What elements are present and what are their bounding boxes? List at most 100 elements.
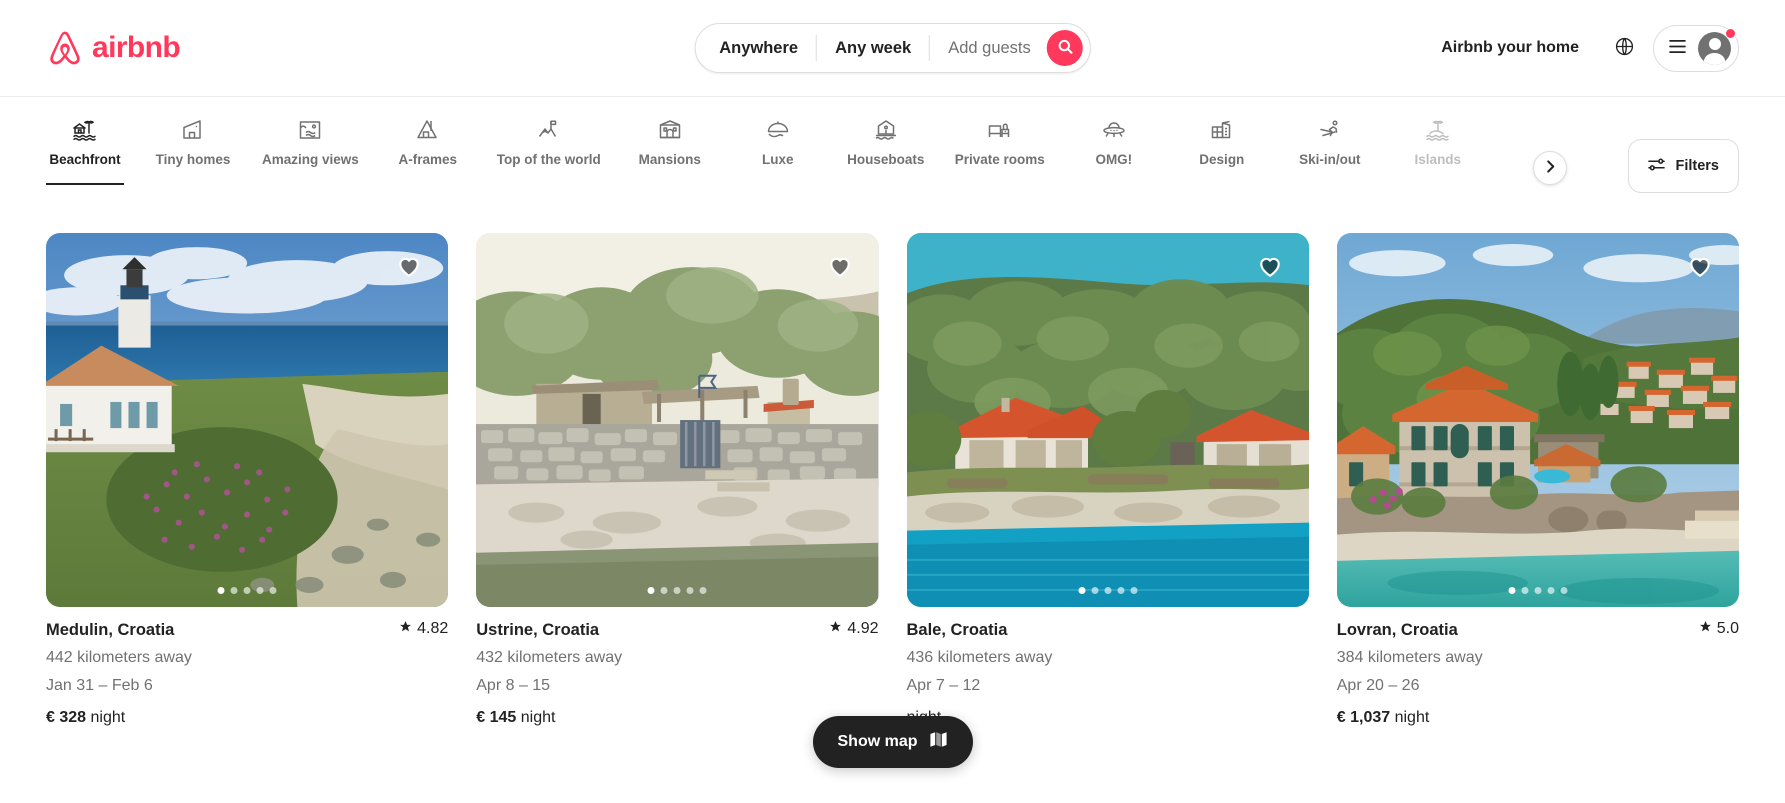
design-building-icon	[1209, 117, 1235, 143]
listing-photo[interactable]	[46, 233, 449, 608]
favorite-heart-icon[interactable]	[1687, 253, 1713, 279]
listing-photo[interactable]	[476, 233, 879, 608]
price-unit: night	[90, 709, 126, 727]
listing-dates: Jan 31 – Feb 6	[46, 676, 153, 694]
category-islands[interactable]: Islands	[1399, 97, 1477, 185]
photo-carousel-dots[interactable]	[1078, 587, 1138, 595]
airbnb-logo[interactable]: airbnb	[46, 29, 181, 67]
favorite-heart-icon[interactable]	[396, 253, 422, 279]
language-globe-button[interactable]	[1603, 27, 1645, 69]
photo-ustrine	[476, 233, 879, 608]
listing-card[interactable]: Bale, Croatia 436 kilometers away Apr 7 …	[906, 233, 1309, 727]
photo-carousel-dots[interactable]	[217, 587, 277, 595]
search-guests-button[interactable]: Add guests	[930, 24, 1045, 72]
filters-label: Filters	[1675, 158, 1719, 174]
category-label: Mansions	[638, 152, 701, 167]
carousel-dot[interactable]	[1560, 587, 1568, 595]
carousel-dot[interactable]	[269, 587, 277, 595]
category-omg[interactable]: OMG!	[1075, 97, 1153, 185]
carousel-dot[interactable]	[1534, 587, 1542, 595]
beachfront-icon	[72, 117, 98, 143]
sliders-icon	[1648, 156, 1666, 177]
category-label: Design	[1199, 152, 1245, 167]
chevron-right-icon	[1545, 160, 1556, 176]
category-design[interactable]: Design	[1183, 97, 1261, 185]
listing-card[interactable]: Lovran, Croatia 5.0 384 kilometers away …	[1336, 233, 1739, 727]
search-submit-button[interactable]	[1046, 30, 1083, 66]
carousel-dot[interactable]	[256, 587, 264, 595]
photo-medulin	[46, 233, 449, 608]
mansion-icon	[657, 117, 683, 143]
carousel-dot[interactable]	[1078, 587, 1086, 595]
listing-card[interactable]: Ustrine, Croatia 4.92 432 kilometers awa…	[476, 233, 879, 727]
search-icon	[1057, 39, 1073, 57]
listing-title: Medulin, Croatia	[46, 621, 175, 640]
island-palm-icon	[1425, 117, 1451, 143]
listing-dates: Apr 7 – 12	[906, 676, 981, 694]
category-amazing-views[interactable]: Amazing views	[262, 97, 359, 185]
price-amount: € 145	[476, 709, 517, 727]
carousel-dot[interactable]	[243, 587, 251, 595]
category-ski-in-out[interactable]: Ski-in/out	[1291, 97, 1369, 185]
listing-photo[interactable]	[906, 233, 1309, 608]
carousel-dot[interactable]	[230, 587, 238, 595]
listing-distance: 442 kilometers away	[46, 648, 192, 666]
listing-photo[interactable]	[1336, 233, 1739, 608]
carousel-dot[interactable]	[217, 587, 225, 595]
carousel-dot[interactable]	[660, 587, 668, 595]
search-location-button[interactable]: Anywhere	[701, 24, 816, 72]
carousel-dot[interactable]	[1130, 587, 1138, 595]
photo-carousel-dots[interactable]	[647, 587, 707, 595]
favorite-heart-icon[interactable]	[827, 253, 853, 279]
tiny-home-icon	[180, 117, 206, 143]
star-icon	[829, 620, 842, 638]
photo-carousel-dots[interactable]	[1508, 587, 1568, 595]
rating-value: 4.92	[847, 620, 879, 638]
favorite-heart-icon[interactable]	[1257, 253, 1283, 279]
listing-title: Lovran, Croatia	[1336, 621, 1458, 640]
carousel-dot[interactable]	[1117, 587, 1125, 595]
carousel-dot[interactable]	[1104, 587, 1112, 595]
carousel-dot[interactable]	[1521, 587, 1529, 595]
carousel-dot[interactable]	[1547, 587, 1555, 595]
category-top-of-the-world[interactable]: Top of the world	[497, 97, 601, 185]
site-header: airbnb Anywhere Any week Add guests Airb…	[0, 0, 1785, 96]
category-private-rooms[interactable]: Private rooms	[955, 97, 1045, 185]
profile-menu-button[interactable]	[1653, 24, 1739, 72]
listing-price: night	[907, 709, 1309, 727]
search-bar[interactable]: Anywhere Any week Add guests	[694, 23, 1091, 73]
category-tiny-homes[interactable]: Tiny homes	[154, 97, 232, 185]
category-label: Private rooms	[954, 152, 1045, 167]
globe-icon	[1615, 37, 1634, 59]
airbnb-your-home-link[interactable]: Airbnb your home	[1425, 27, 1595, 69]
carousel-dot[interactable]	[673, 587, 681, 595]
carousel-dot[interactable]	[1508, 587, 1516, 595]
star-icon	[1699, 620, 1712, 638]
listing-rating: 4.82	[399, 620, 448, 638]
carousel-dot[interactable]	[647, 587, 655, 595]
category-mansions[interactable]: Mansions	[631, 97, 709, 185]
price-amount: € 1,037	[1336, 709, 1391, 727]
show-map-button[interactable]: Show map	[812, 716, 973, 768]
listing-card[interactable]: Medulin, Croatia 4.82 442 kilometers awa…	[46, 233, 449, 727]
search-dates-button[interactable]: Any week	[817, 24, 929, 72]
category-scroller[interactable]: Beachfront Tiny homes Amazing views A-fr…	[46, 97, 1739, 215]
category-luxe[interactable]: Luxe	[739, 97, 817, 185]
price-unit: night	[1394, 709, 1430, 727]
price-amount: € 328	[46, 709, 87, 727]
category-next-button[interactable]	[1533, 151, 1567, 185]
category-beachfront[interactable]: Beachfront	[46, 97, 124, 185]
category-a-frames[interactable]: A-frames	[389, 97, 467, 185]
listing-header: Lovran, Croatia 5.0	[1337, 620, 1739, 641]
header-actions: Airbnb your home	[1425, 24, 1739, 72]
carousel-dot[interactable]	[1091, 587, 1099, 595]
filters-button[interactable]: Filters	[1628, 139, 1739, 193]
category-label: Luxe	[762, 152, 794, 167]
notification-badge	[1725, 27, 1736, 39]
carousel-dot[interactable]	[699, 587, 707, 595]
photo-lovran	[1336, 233, 1739, 608]
price-unit: night	[520, 709, 556, 727]
mountain-flag-icon	[536, 117, 562, 143]
carousel-dot[interactable]	[686, 587, 694, 595]
category-houseboats[interactable]: Houseboats	[847, 97, 925, 185]
